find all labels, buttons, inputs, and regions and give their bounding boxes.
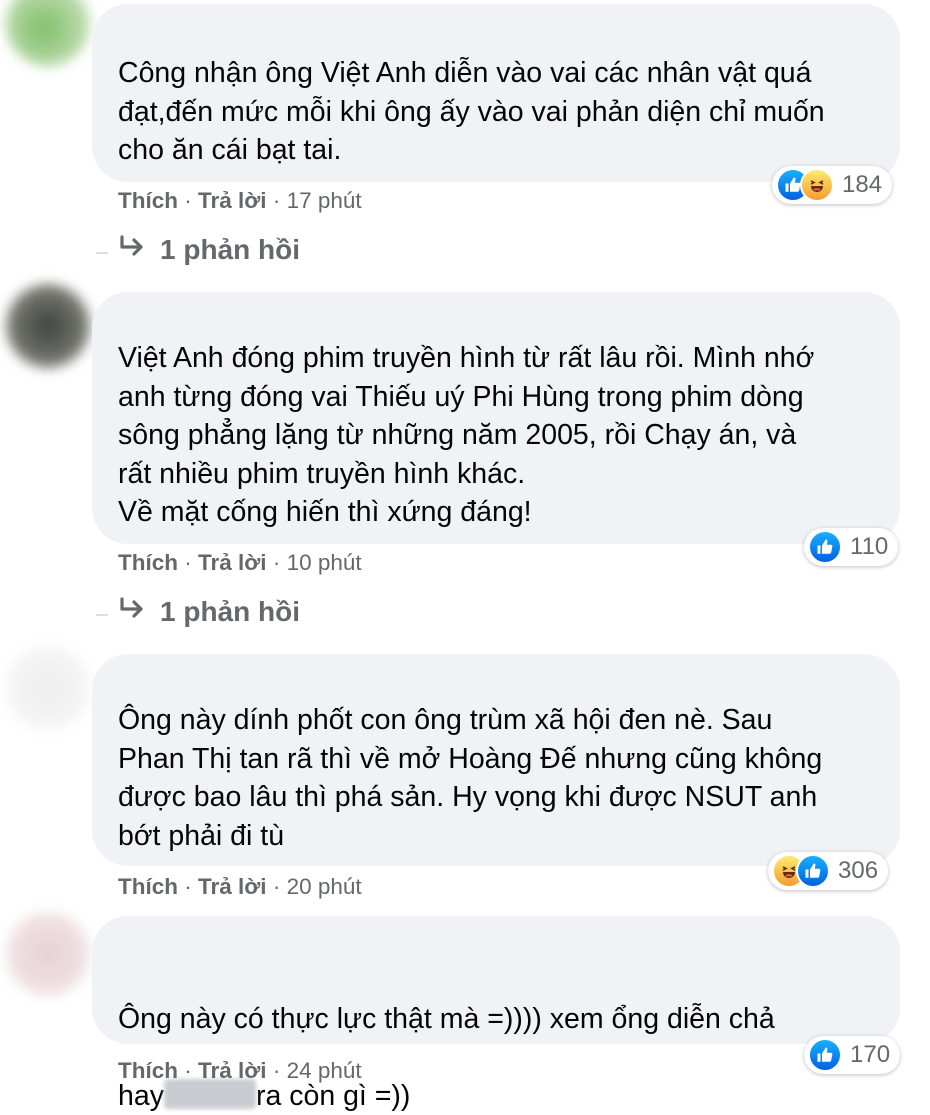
comment-text: Ông này dính phốt con ông trùm xã hội đe…: [118, 704, 823, 852]
reply-action[interactable]: Trả lời: [198, 550, 267, 575]
separator: ·: [272, 874, 281, 899]
view-replies-label: 1 phản hồi: [160, 596, 300, 627]
comment-text: Ông này có thực lực thật mà =)))) xem ổn…: [118, 961, 890, 1115]
separator: ·: [272, 1058, 281, 1083]
like-icon: [808, 530, 842, 564]
view-replies-label: 1 phản hồi: [160, 234, 300, 265]
like-action[interactable]: Thích: [118, 1058, 178, 1083]
avatar[interactable]: [6, 0, 90, 66]
comment-text-line: hay: [118, 1079, 164, 1112]
separator: ·: [184, 874, 192, 899]
reaction-count: 184: [842, 171, 883, 198]
comment-actions: Thích · Trả lời · 10 phút: [118, 550, 362, 576]
reaction-summary[interactable]: 184: [772, 166, 893, 204]
like-icon: [796, 854, 830, 888]
separator: ·: [272, 550, 281, 575]
separator: ·: [184, 188, 192, 213]
reply-action[interactable]: Trả lời: [198, 1058, 267, 1083]
like-action[interactable]: Thích: [118, 550, 178, 575]
reply-action[interactable]: Trả lời: [198, 874, 267, 899]
reply-action[interactable]: Trả lời: [198, 188, 267, 213]
comment-time[interactable]: 24 phút: [287, 1058, 362, 1083]
reaction-summary[interactable]: 306: [768, 852, 889, 890]
reaction-count: 306: [838, 857, 879, 884]
comment-time[interactable]: 10 phút: [287, 550, 362, 575]
view-replies-link[interactable]: 1 phản hồi: [118, 596, 300, 628]
thread-line: [96, 252, 108, 254]
avatar[interactable]: [6, 284, 90, 368]
reaction-summary[interactable]: 170: [804, 1036, 901, 1074]
comment-text: Việt Anh đóng phim truyền hình từ rất lâ…: [118, 342, 815, 528]
thread-line: [96, 614, 108, 616]
like-action[interactable]: Thích: [118, 188, 178, 213]
haha-icon: [800, 168, 834, 202]
comment-text-line: ra còn gì =)): [255, 1079, 411, 1112]
separator: ·: [184, 1058, 192, 1083]
comment-actions: Thích · Trả lời · 24 phút: [118, 1058, 362, 1084]
avatar[interactable]: [6, 912, 90, 996]
reply-arrow-icon: [118, 234, 146, 266]
reply-arrow-icon: [118, 596, 146, 628]
comment-actions: Thích · Trả lời · 20 phút: [118, 874, 362, 900]
view-replies-link[interactable]: 1 phản hồi: [118, 234, 300, 266]
reaction-count: 110: [850, 533, 889, 560]
comment-actions: Thích · Trả lời · 17 phút: [118, 188, 362, 214]
separator: ·: [184, 550, 192, 575]
comment-text: Công nhận ông Việt Anh diễn vào vai các …: [118, 57, 825, 166]
like-icon: [808, 1038, 842, 1072]
separator: ·: [272, 188, 281, 213]
avatar[interactable]: [6, 646, 90, 730]
comment-time[interactable]: 17 phút: [287, 188, 362, 213]
reaction-summary[interactable]: 110: [804, 528, 899, 566]
comment-time[interactable]: 20 phút: [287, 874, 362, 899]
like-action[interactable]: Thích: [118, 874, 178, 899]
comment-text-line: Ông này có thực lực thật mà =)))) xem ổn…: [118, 1002, 775, 1035]
reaction-count: 170: [850, 1041, 891, 1068]
